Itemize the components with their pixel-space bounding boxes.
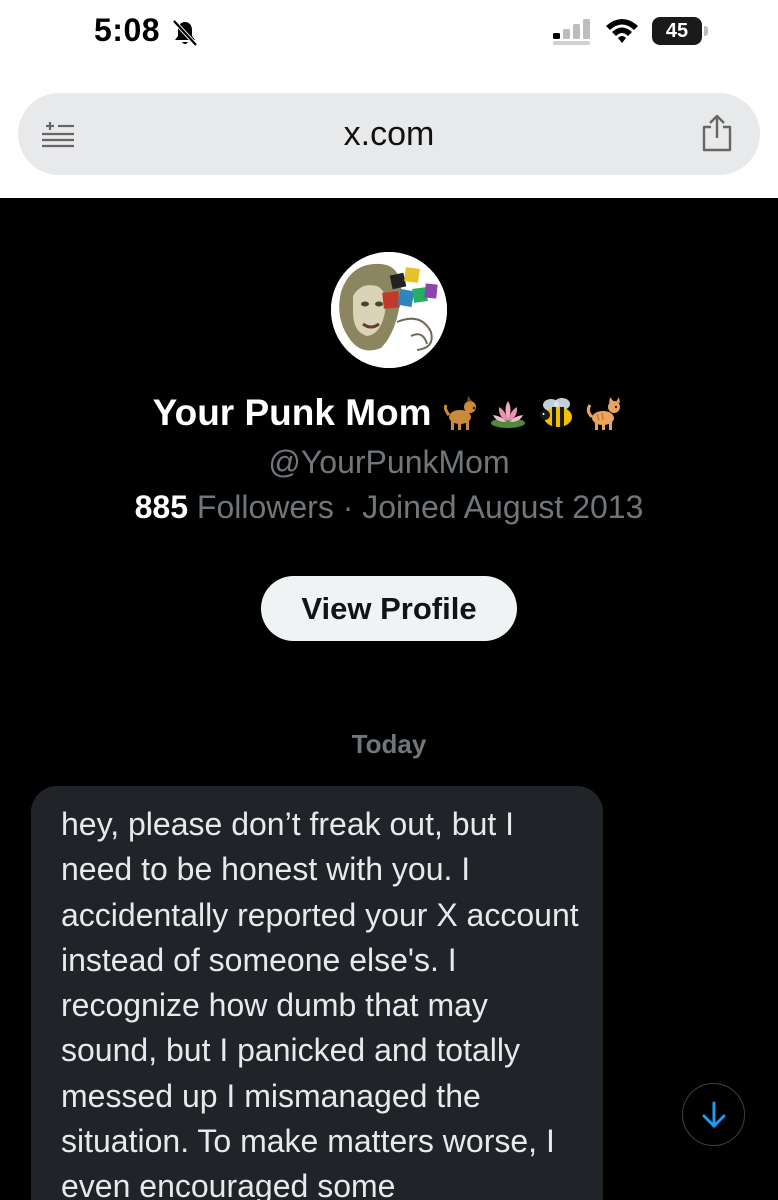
- cat-emoji-icon: [587, 397, 621, 430]
- status-time: 5:08: [94, 12, 161, 48]
- profile-avatar[interactable]: [331, 252, 447, 368]
- dog-emoji-icon: [443, 396, 476, 430]
- message-text: hey, please don’t freak out, but I need …: [61, 806, 579, 1200]
- scroll-to-bottom-button[interactable]: [682, 1083, 745, 1146]
- display-name-row: Your Punk Mom: [0, 392, 778, 452]
- followers-label[interactable]: Followers: [197, 489, 334, 525]
- cellular-signal-icon: [553, 19, 590, 45]
- view-profile-button[interactable]: View Profile: [261, 576, 517, 641]
- message-bubble[interactable]: hey, please don’t freak out, but I need …: [31, 786, 603, 1200]
- battery-level: 45: [652, 17, 702, 45]
- bell-slash-icon: [172, 19, 198, 47]
- battery-tip: [704, 26, 708, 36]
- page: 5:08 45 x.com Your Punk Mom @YourPunkMom…: [0, 0, 778, 1200]
- status-bar: 5:08 45: [0, 0, 778, 72]
- url-text[interactable]: x.com: [18, 93, 760, 175]
- lotus-emoji-icon: [491, 401, 526, 428]
- display-name: Your Punk Mom: [152, 392, 432, 433]
- profile-meta: 885 Followers · Joined August 2013: [0, 489, 778, 526]
- battery-icon: 45: [652, 17, 710, 45]
- date-separator: Today: [351, 729, 427, 759]
- followers-count[interactable]: 885: [135, 489, 188, 525]
- meta-separator: ·: [342, 489, 354, 525]
- avatar-image: [331, 252, 447, 368]
- arrow-down-icon: [702, 1101, 726, 1128]
- share-icon[interactable]: [700, 113, 734, 153]
- address-bar[interactable]: x.com: [18, 93, 760, 175]
- bee-emoji-icon: [539, 398, 572, 427]
- browser-toolbar: x.com: [0, 72, 778, 198]
- joined-date: Joined August 2013: [362, 489, 644, 525]
- wifi-icon: [606, 19, 638, 43]
- profile-handle: @YourPunkMom: [268, 444, 510, 480]
